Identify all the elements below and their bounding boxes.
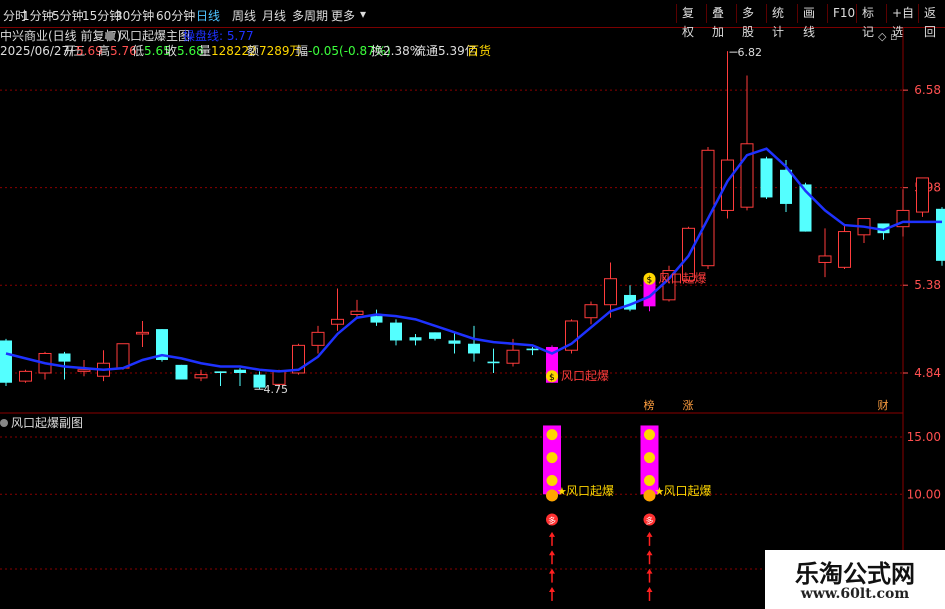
candle-body xyxy=(604,278,617,306)
watermark-panel: 乐淘公式网 www.60lt.com xyxy=(765,550,945,609)
up-arrow-head xyxy=(549,531,555,537)
up-arrow-head xyxy=(646,531,653,537)
candle-body xyxy=(214,371,227,373)
money-bag-icon xyxy=(546,452,558,464)
candle-body xyxy=(721,159,734,211)
candle-body xyxy=(409,337,422,341)
watermark-title: 乐淘公式网 xyxy=(795,560,915,588)
candle-body xyxy=(506,349,520,364)
candle-body xyxy=(350,310,364,315)
operation-line xyxy=(5,147,942,373)
money-bag-glyph: $ xyxy=(549,373,555,383)
candle-body xyxy=(77,369,91,372)
sub-ytick-label: 10.00 xyxy=(907,487,941,501)
candle-body xyxy=(311,331,325,346)
stock-title: 中兴商业(日线 前复权) xyxy=(0,28,121,43)
main-indicator-name: 风口起爆主图 xyxy=(118,29,190,43)
sub-indicator-name: 风口起爆副图 xyxy=(11,416,83,430)
settings-gear-icon[interactable] xyxy=(0,419,8,427)
candle-body xyxy=(448,340,461,344)
volume-label: 量 xyxy=(199,44,211,58)
open-label: 开 xyxy=(64,44,76,58)
money-bag-icon xyxy=(644,452,655,464)
candle-body xyxy=(136,331,149,335)
money-bag-icon xyxy=(644,429,655,441)
candle-body xyxy=(234,369,246,373)
candle-body xyxy=(780,169,792,204)
candle-body xyxy=(584,304,598,319)
candle-body xyxy=(331,318,344,325)
kline-chart: 4.845.385.986.5810.0015.006.824.75$风口起爆$… xyxy=(0,28,945,609)
event-marker: 财 xyxy=(878,398,889,412)
signal-label: 风口起爆 xyxy=(659,272,707,286)
buy-badge-glyph: 多 xyxy=(646,516,654,526)
candle-body xyxy=(390,322,402,341)
event-marker: 涨 xyxy=(683,399,694,412)
low-label: 低 xyxy=(132,44,144,58)
money-bag-icon xyxy=(546,475,558,487)
candle-body xyxy=(58,353,71,362)
signal-label: 风口起爆 xyxy=(561,369,609,383)
money-bag-icon xyxy=(644,475,655,487)
candle-body xyxy=(526,348,539,351)
candle-body xyxy=(487,361,500,364)
candle-body xyxy=(0,340,12,383)
candle-body xyxy=(19,370,32,382)
close-label: 收 xyxy=(165,44,177,58)
up-arrow-head xyxy=(646,550,653,556)
up-arrow-head xyxy=(549,568,555,574)
candle-body xyxy=(468,343,480,354)
candle-body xyxy=(838,231,851,268)
diamond-icon: ◇ xyxy=(878,30,887,43)
sector-value: 百货 xyxy=(467,43,491,58)
ytick-label: 6.58 xyxy=(914,83,941,97)
up-arrow-head xyxy=(549,550,555,556)
candle-body xyxy=(194,374,208,379)
sub-ytick-label: 15.00 xyxy=(907,430,941,444)
buy-badge-glyph: 多 xyxy=(548,516,556,526)
up-arrow-head xyxy=(646,586,653,592)
window-icon: ▫ xyxy=(890,30,897,43)
event-marker: 榜 xyxy=(644,398,655,412)
high-label: 高 xyxy=(98,43,110,58)
candle-body xyxy=(370,316,383,323)
change-label: 幅 xyxy=(296,43,308,58)
candle-body xyxy=(175,364,188,380)
up-arrow-head xyxy=(549,586,555,592)
amount-label: 额 xyxy=(247,44,259,58)
candle-body xyxy=(916,177,929,213)
watermark-url: www.60lt.com xyxy=(800,586,910,602)
settings-gear-icon[interactable] xyxy=(105,31,115,41)
operation-line-value: 操盘线: 5.77 xyxy=(183,28,254,43)
min-price-label: 4.75 xyxy=(264,383,289,396)
sub-signal-label: 风口起爆 xyxy=(664,484,712,498)
sub-signal-label: 风口起爆 xyxy=(566,484,614,498)
max-price-label: 6.82 xyxy=(738,46,763,59)
candle-body xyxy=(760,158,773,198)
candle-body xyxy=(116,343,130,369)
ytick-label: 5.38 xyxy=(914,278,941,292)
candle-body xyxy=(818,255,832,263)
ytick-label: 4.84 xyxy=(914,366,941,380)
money-bag-icon xyxy=(546,429,558,441)
candle-body xyxy=(429,332,441,339)
money-bag-glyph: $ xyxy=(647,276,653,286)
candle-body xyxy=(936,208,945,261)
